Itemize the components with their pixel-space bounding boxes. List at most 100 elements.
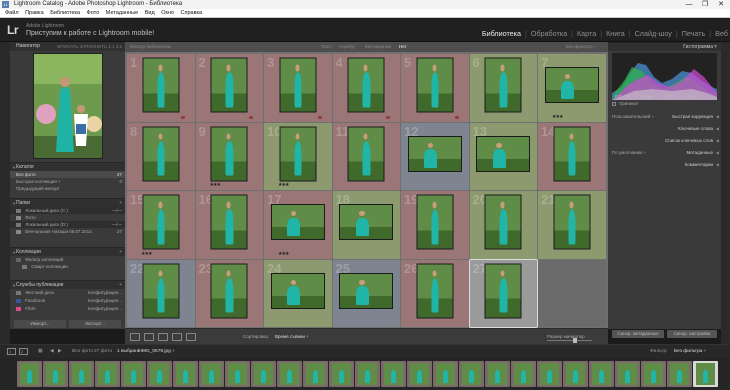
grid-cell[interactable]: 10 ★★★ bbox=[264, 122, 332, 190]
export-button[interactable]: Экспорт... bbox=[69, 320, 121, 328]
filmstrip-thumbnail[interactable] bbox=[485, 361, 510, 387]
minimize-button[interactable]: — bbox=[682, 0, 696, 9]
filmstrip-thumbnail[interactable] bbox=[511, 361, 536, 387]
photo-thumbnail[interactable] bbox=[142, 263, 180, 319]
grid-cell[interactable]: 11 bbox=[332, 122, 400, 190]
keywording-header[interactable]: Ключевые слова ◀ bbox=[608, 124, 721, 133]
filmstrip-thumbnail[interactable] bbox=[303, 361, 328, 387]
publish-item-flickr[interactable]: Flickr Конфигурация... bbox=[10, 305, 125, 313]
grid-cell[interactable]: 3 bbox=[264, 54, 332, 122]
folder-item-drive-c[interactable]: Локальный диск (C:) —/— bbox=[10, 207, 125, 214]
photo-thumbnail[interactable] bbox=[210, 194, 248, 250]
navigator-zoom-options[interactable]: ВПИСАТЬ ЗАПОЛНИТЬ 1:1 3:1 bbox=[57, 42, 122, 51]
photo-thumbnail[interactable] bbox=[210, 57, 248, 113]
catalog-item-previous-import[interactable]: Предыдущий импорт bbox=[10, 185, 125, 192]
filter-preset-select[interactable]: Без фильтра ÷ bbox=[566, 42, 596, 52]
photo-thumbnail[interactable] bbox=[270, 204, 325, 241]
photo-thumbnail[interactable] bbox=[544, 67, 599, 104]
grid-cell[interactable]: 21 bbox=[538, 191, 606, 259]
catalog-item-all-photos[interactable]: Все фото 27 bbox=[10, 171, 125, 178]
sort-select[interactable]: Время съёмки ÷ bbox=[275, 329, 309, 345]
sync-settings-button[interactable]: Синхр. настройки bbox=[667, 330, 717, 338]
filmstrip-thumbnail[interactable] bbox=[615, 361, 640, 387]
photo-thumbnail[interactable] bbox=[407, 135, 462, 172]
grid-cell[interactable]: 9 ★★★ bbox=[195, 122, 263, 190]
filmstrip-thumbnail[interactable] bbox=[407, 361, 432, 387]
collection-filter[interactable]: Фильтр коллекций bbox=[10, 256, 125, 263]
photo-thumbnail[interactable] bbox=[270, 272, 325, 309]
star-rating[interactable]: ★★★ bbox=[141, 251, 152, 257]
collection-smart[interactable]: Смарт-коллекции bbox=[10, 263, 125, 270]
grid-cell[interactable]: 18 bbox=[332, 191, 400, 259]
grid-cell[interactable]: 5 bbox=[401, 54, 469, 122]
grid-cell[interactable]: 12 bbox=[401, 122, 469, 190]
menu-view[interactable]: Вид bbox=[145, 9, 155, 18]
grid-cell[interactable]: 24 bbox=[264, 259, 332, 327]
photo-thumbnail[interactable] bbox=[339, 272, 394, 309]
publish-item-hard-drive[interactable]: Жесткий диск Конфигурация... bbox=[10, 289, 125, 297]
right-panel-edge[interactable] bbox=[721, 42, 730, 345]
keyword-list-header[interactable]: Список ключевых слов ◀ bbox=[608, 136, 721, 145]
filmstrip-thumbnail[interactable] bbox=[433, 361, 458, 387]
folder-item-photos[interactable]: Фото bbox=[10, 214, 125, 221]
photo-thumbnail[interactable] bbox=[416, 57, 454, 113]
badge-icon[interactable] bbox=[386, 115, 390, 119]
grid-cell[interactable]: 6 bbox=[469, 54, 537, 122]
photo-thumbnail[interactable] bbox=[484, 57, 522, 113]
catalog-item-quick-collection[interactable]: Быстрая коллекция + 0 bbox=[10, 178, 125, 185]
filmstrip-thumbnail[interactable] bbox=[251, 361, 276, 387]
filter-text[interactable]: Текст bbox=[321, 42, 332, 52]
photo-thumbnail[interactable] bbox=[339, 204, 394, 241]
histogram-header[interactable]: Гистограмма ▼ bbox=[608, 42, 721, 51]
filmstrip-thumbnail[interactable] bbox=[381, 361, 406, 387]
module-map[interactable]: Карта bbox=[577, 29, 596, 38]
publish-item-facebook[interactable]: Facebook Конфигурация... bbox=[10, 297, 125, 305]
thumbnail-size-handle[interactable] bbox=[573, 338, 577, 343]
menu-edit[interactable]: Правка bbox=[25, 9, 44, 18]
thumbnail-size-slider[interactable] bbox=[547, 340, 592, 341]
grid-cell[interactable]: 27 bbox=[468, 258, 538, 328]
grid-cell[interactable]: 26 bbox=[401, 259, 469, 327]
folder-item-drive-d[interactable]: Локальный диск (D:) —/— bbox=[10, 221, 125, 228]
grid-cell[interactable]: 15 ★★★ bbox=[127, 191, 195, 259]
grid-cell[interactable]: 20 bbox=[469, 191, 537, 259]
publish-configure[interactable]: Конфигурация... bbox=[88, 289, 122, 296]
module-library[interactable]: Библиотека bbox=[482, 29, 521, 38]
filmstrip-filter-select[interactable]: Без фильтра ÷ bbox=[674, 345, 706, 359]
badge-icon[interactable] bbox=[249, 115, 253, 119]
filmstrip-thumbnail[interactable] bbox=[277, 361, 302, 387]
filmstrip-thumbnail[interactable] bbox=[199, 361, 224, 387]
folders-header[interactable]: ▼ Папки + bbox=[10, 198, 125, 207]
filmstrip-thumbnail[interactable] bbox=[641, 361, 666, 387]
grid-cell[interactable]: 7 ★★★ bbox=[538, 54, 606, 122]
filmstrip-filename[interactable]: / IMG_0579.jpg ÷ bbox=[138, 345, 175, 359]
filmstrip-thumbnail[interactable] bbox=[173, 361, 198, 387]
photo-thumbnail[interactable] bbox=[553, 194, 591, 250]
comments-header[interactable]: Комментарии ◀ bbox=[608, 160, 721, 169]
filmstrip-thumbnail[interactable] bbox=[95, 361, 120, 387]
module-slideshow[interactable]: Слайд-шоу bbox=[635, 29, 672, 38]
metadata-preset-select[interactable]: По умолчанию ÷ bbox=[612, 148, 646, 157]
filter-attribute[interactable]: Атрибут bbox=[339, 42, 356, 52]
filmstrip-thumbnail[interactable] bbox=[355, 361, 380, 387]
filmstrip-thumbnail[interactable] bbox=[667, 361, 692, 387]
original-photo-toggle[interactable]: Оригинал bbox=[612, 101, 638, 106]
grid-cell[interactable]: 22 bbox=[127, 259, 195, 327]
star-rating[interactable]: ★★★ bbox=[210, 182, 221, 188]
filmstrip-thumbnail[interactable] bbox=[17, 361, 42, 387]
metadata-header[interactable]: По умолчанию ÷ Метаданные ◀ bbox=[608, 148, 721, 157]
identity-main[interactable]: Приступим к работе с Lightroom mobile! bbox=[26, 30, 154, 37]
grid-cell[interactable]: 1 bbox=[127, 54, 195, 122]
photo-thumbnail[interactable] bbox=[279, 126, 317, 182]
quick-develop-header[interactable]: Пользовательский ÷ Быстрая коррекция ◀ bbox=[608, 112, 721, 121]
photo-thumbnail[interactable] bbox=[347, 57, 385, 113]
navigator-preview[interactable] bbox=[33, 53, 103, 159]
filmstrip-thumbnail[interactable] bbox=[459, 361, 484, 387]
filmstrip-thumbnail[interactable] bbox=[69, 361, 94, 387]
grid-cell[interactable]: 14 bbox=[538, 122, 606, 190]
preset-select[interactable]: Пользовательский ÷ bbox=[612, 112, 654, 121]
module-web[interactable]: Веб bbox=[715, 29, 728, 38]
photo-thumbnail[interactable] bbox=[142, 126, 180, 182]
checkbox-icon[interactable] bbox=[612, 101, 616, 106]
photo-thumbnail[interactable] bbox=[210, 263, 248, 319]
